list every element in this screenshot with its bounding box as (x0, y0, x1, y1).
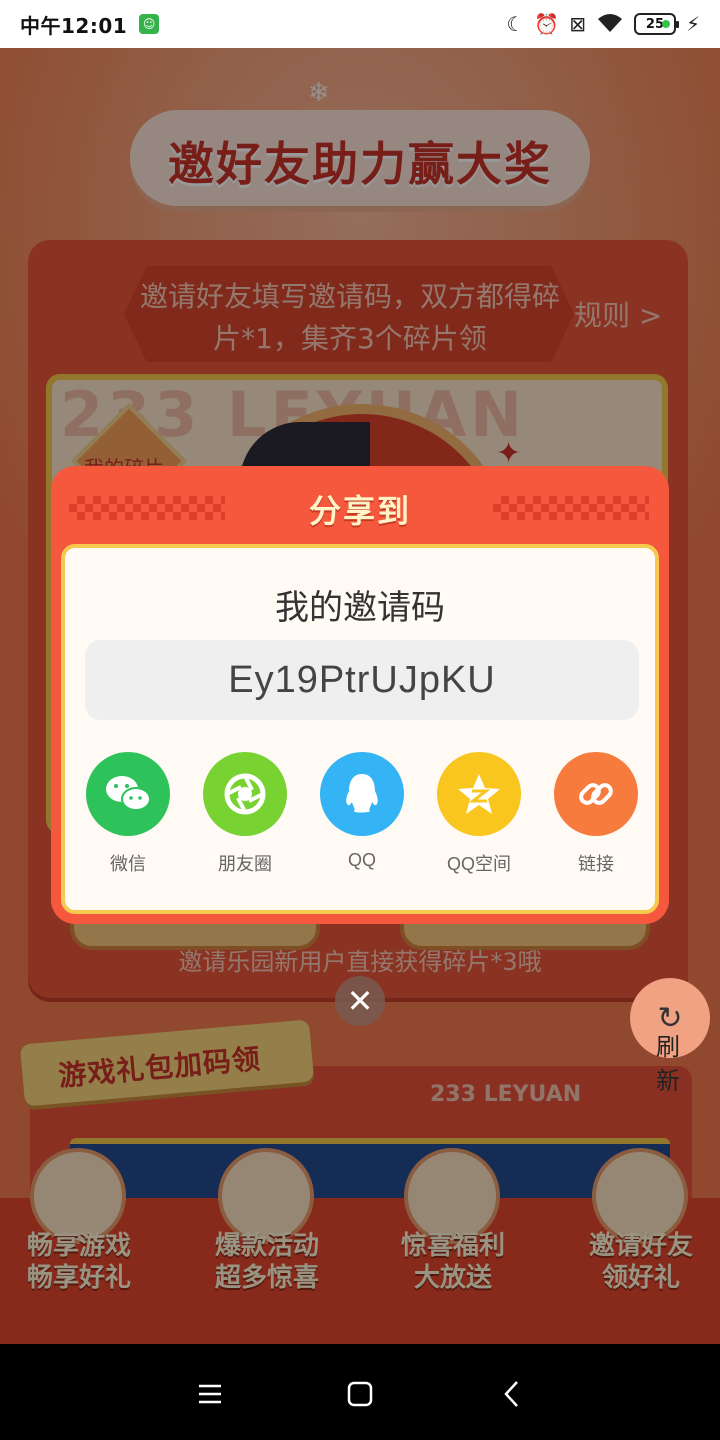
menu-icon (199, 1384, 221, 1404)
share-qq-button[interactable]: QQ (307, 752, 417, 871)
invite-code-field[interactable]: Ey19PtrUJpKU (85, 640, 639, 720)
wifi-icon (596, 12, 624, 37)
invite-code-label: 我的邀请码 (275, 588, 445, 628)
wechat-icon (86, 752, 170, 836)
share-qq-label: QQ (347, 850, 376, 870)
share-qzone-button[interactable]: QQ空间 (424, 752, 534, 876)
back-nav-button[interactable] (492, 1374, 532, 1414)
system-nav-bar (0, 1344, 720, 1440)
copy-link-label: 链接 (578, 854, 614, 874)
alarm-icon: ⏰ (534, 12, 560, 36)
share-moments-button[interactable]: 朋友圈 (190, 752, 300, 876)
status-bar: 中午12:01 ☺ ☾ ⏰ ⊠ 25 ⚡ (0, 0, 720, 48)
refresh-label: 刷 新 (656, 1033, 680, 1095)
close-dialog-button[interactable]: ✕ (335, 976, 385, 1026)
share-dialog-title: 分享到 (308, 492, 411, 530)
qzone-icon (437, 752, 521, 836)
copy-link-button[interactable]: 链接 (541, 752, 651, 876)
share-qzone-label: QQ空间 (446, 854, 511, 874)
invite-code-value: Ey19PtrUJpKU (228, 658, 496, 701)
menu-nav-button[interactable] (190, 1374, 230, 1414)
share-moments-label: 朋友圈 (218, 854, 272, 874)
moon-icon: ☾ (506, 12, 525, 36)
home-nav-button[interactable] (340, 1374, 380, 1414)
qq-icon (320, 752, 404, 836)
share-wechat-button[interactable]: 微信 (73, 752, 183, 876)
moments-icon (203, 752, 287, 836)
battery-icon: 25 (633, 13, 679, 35)
status-time: 中午12:01 (20, 13, 128, 38)
close-icon: ✕ (346, 982, 374, 1020)
share-dialog: 分享到 我的邀请码 Ey19PtrUJpKU 微信 朋友圈 QQ QQ空间 链接 (51, 466, 669, 924)
back-icon (504, 1381, 518, 1407)
charging-icon: ⚡ (685, 12, 700, 36)
status-icons: ☾ ⏰ ⊠ 25 ⚡ (506, 12, 700, 37)
sim-off-icon: ⊠ (569, 12, 586, 36)
share-targets: 微信 朋友圈 QQ QQ空间 链接 (65, 752, 655, 882)
link-icon (554, 752, 638, 836)
share-dialog-body: 我的邀请码 Ey19PtrUJpKU 微信 朋友圈 QQ QQ空间 链接 (61, 544, 659, 914)
app-notification-icon: ☺ (139, 14, 160, 34)
home-icon (347, 1381, 373, 1407)
share-wechat-label: 微信 (110, 854, 146, 874)
